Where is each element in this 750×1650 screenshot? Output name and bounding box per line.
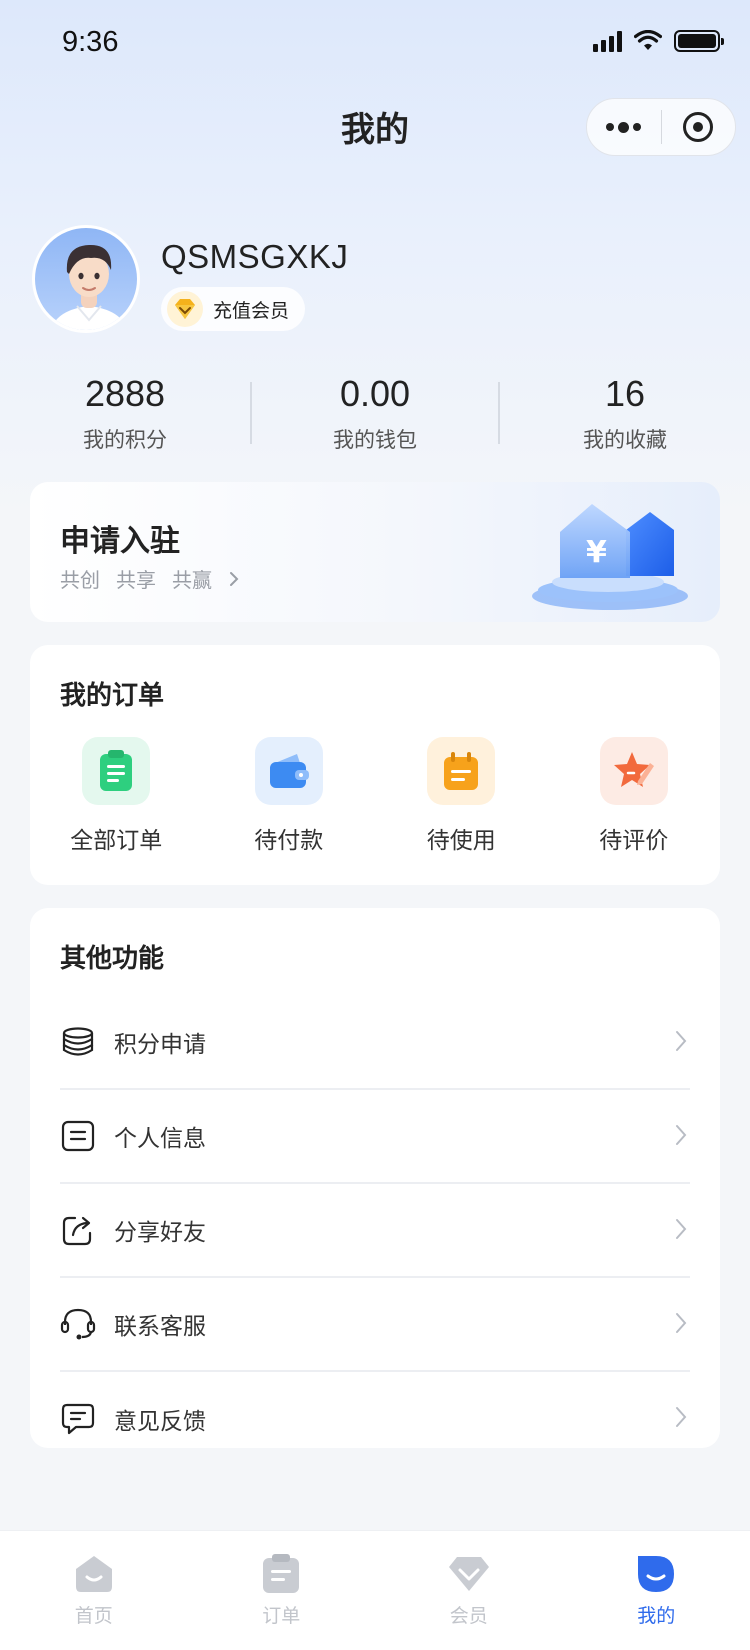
- function-feedback[interactable]: 意见反馈: [60, 1372, 690, 1466]
- functions-title: 其他功能: [60, 944, 165, 974]
- clipboard-icon: [82, 737, 151, 805]
- tab-home[interactable]: 首页: [0, 1531, 188, 1650]
- calendar-icon: [427, 737, 496, 805]
- more-button[interactable]: [587, 99, 661, 155]
- apply-tag: 共创: [60, 568, 100, 592]
- tab-label: 首页: [74, 1605, 113, 1627]
- orders-title: 我的订单: [60, 681, 165, 711]
- close-miniprogram-button[interactable]: [662, 99, 736, 155]
- home-icon: [75, 1556, 112, 1592]
- functions-list: 积分申请 个人信息 分享好友 联系客服 意见反馈: [60, 996, 690, 1466]
- function-label: 联系客服: [114, 1314, 206, 1340]
- chevron-right-icon: [676, 1407, 687, 1427]
- function-label: 积分申请: [114, 1032, 206, 1058]
- feedback-icon: [60, 1401, 96, 1437]
- tab-label: 会员: [449, 1605, 488, 1627]
- tab-label: 我的: [637, 1605, 676, 1627]
- more-dots-icon: [606, 121, 642, 133]
- order-pending-payment-button[interactable]: 待付款: [203, 737, 376, 855]
- order-label: 待使用: [426, 828, 496, 854]
- stat-label: 我的钱包: [333, 428, 417, 452]
- svg-text:¥: ¥: [586, 535, 607, 570]
- function-points-apply[interactable]: 积分申请: [60, 996, 690, 1090]
- share-icon: [60, 1212, 96, 1248]
- profile-icon: [638, 1556, 675, 1592]
- apply-tag: 共享: [116, 568, 156, 592]
- apply-settle-card[interactable]: 申请入驻 共创 共享 共赢 ¥: [30, 482, 720, 622]
- coins-stack-icon: [60, 1024, 96, 1060]
- function-contact-service[interactable]: 联系客服: [60, 1278, 690, 1372]
- order-all-button[interactable]: 全部订单: [30, 737, 203, 855]
- battery-icon: [674, 30, 724, 52]
- diamond-icon: [167, 291, 203, 327]
- function-label: 分享好友: [114, 1220, 206, 1246]
- tab-label: 订单: [262, 1605, 301, 1627]
- function-label: 意见反馈: [114, 1409, 206, 1435]
- apply-title: 申请入驻: [60, 524, 180, 559]
- order-grid: 全部订单 待付款 待使用 待评价: [30, 737, 720, 855]
- chevron-right-icon: [230, 571, 239, 586]
- stat-value: 0.00: [339, 373, 411, 414]
- stat-divider: [250, 382, 252, 444]
- chevron-right-icon: [676, 1125, 687, 1145]
- stat-label: 我的收藏: [583, 428, 667, 452]
- stat-points[interactable]: 2888 我的积分: [0, 372, 250, 462]
- profile-card-icon: [60, 1118, 96, 1154]
- target-icon: [683, 112, 714, 142]
- stat-value: 16: [604, 373, 646, 414]
- status-bar: 9:36: [0, 0, 750, 88]
- username: QSMSGXKJ: [161, 238, 349, 275]
- order-label: 待评价: [599, 828, 669, 854]
- bottom-tab-bar: 首页 订单 会员 我的: [0, 1530, 750, 1650]
- tab-member[interactable]: 会员: [375, 1531, 563, 1650]
- stat-favorites[interactable]: 16 我的收藏: [500, 372, 750, 462]
- chevron-right-icon: [676, 1219, 687, 1239]
- stats-row: 2888 我的积分 0.00 我的钱包 16 我的收藏: [0, 372, 750, 462]
- function-personal-info[interactable]: 个人信息: [60, 1090, 690, 1184]
- signal-icon: [593, 30, 622, 52]
- apply-tag: 共赢: [172, 568, 212, 592]
- function-label: 个人信息: [114, 1126, 206, 1152]
- apply-tags: 共创 共享 共赢: [60, 564, 240, 593]
- miniprogram-capsule: [586, 98, 736, 156]
- order-label: 待付款: [254, 828, 324, 854]
- orders-card: 我的订单 全部订单 待付款 待使用 待评价: [30, 645, 720, 885]
- function-share-friends[interactable]: 分享好友: [60, 1184, 690, 1278]
- star-pen-icon: [599, 737, 668, 805]
- wifi-icon: [634, 30, 662, 50]
- order-label: 全部订单: [70, 828, 163, 854]
- member-label: 充值会员: [213, 299, 290, 322]
- tab-orders[interactable]: 订单: [188, 1531, 376, 1650]
- wallet-icon: [254, 737, 323, 805]
- status-time: 9:36: [62, 26, 119, 58]
- status-icons: [593, 30, 724, 52]
- headset-icon: [60, 1306, 96, 1342]
- order-to-review-button[interactable]: 待评价: [548, 737, 721, 855]
- member-icon: [448, 1557, 489, 1591]
- order-icon: [263, 1554, 300, 1593]
- member-badge[interactable]: 充值会员: [161, 287, 306, 331]
- chevron-right-icon: [676, 1313, 687, 1333]
- stat-wallet[interactable]: 0.00 我的钱包: [250, 372, 500, 462]
- house-store-icon: ¥: [532, 504, 688, 610]
- stat-value: 2888: [84, 373, 166, 414]
- avatar[interactable]: [32, 225, 140, 333]
- chevron-right-icon: [676, 1031, 687, 1051]
- other-functions-card: 其他功能 积分申请 个人信息 分享好友 联系客服 意见反馈: [30, 908, 720, 1448]
- stat-label: 我的积分: [83, 428, 167, 452]
- order-to-use-button[interactable]: 待使用: [375, 737, 548, 855]
- tab-mine[interactable]: 我的: [563, 1531, 750, 1650]
